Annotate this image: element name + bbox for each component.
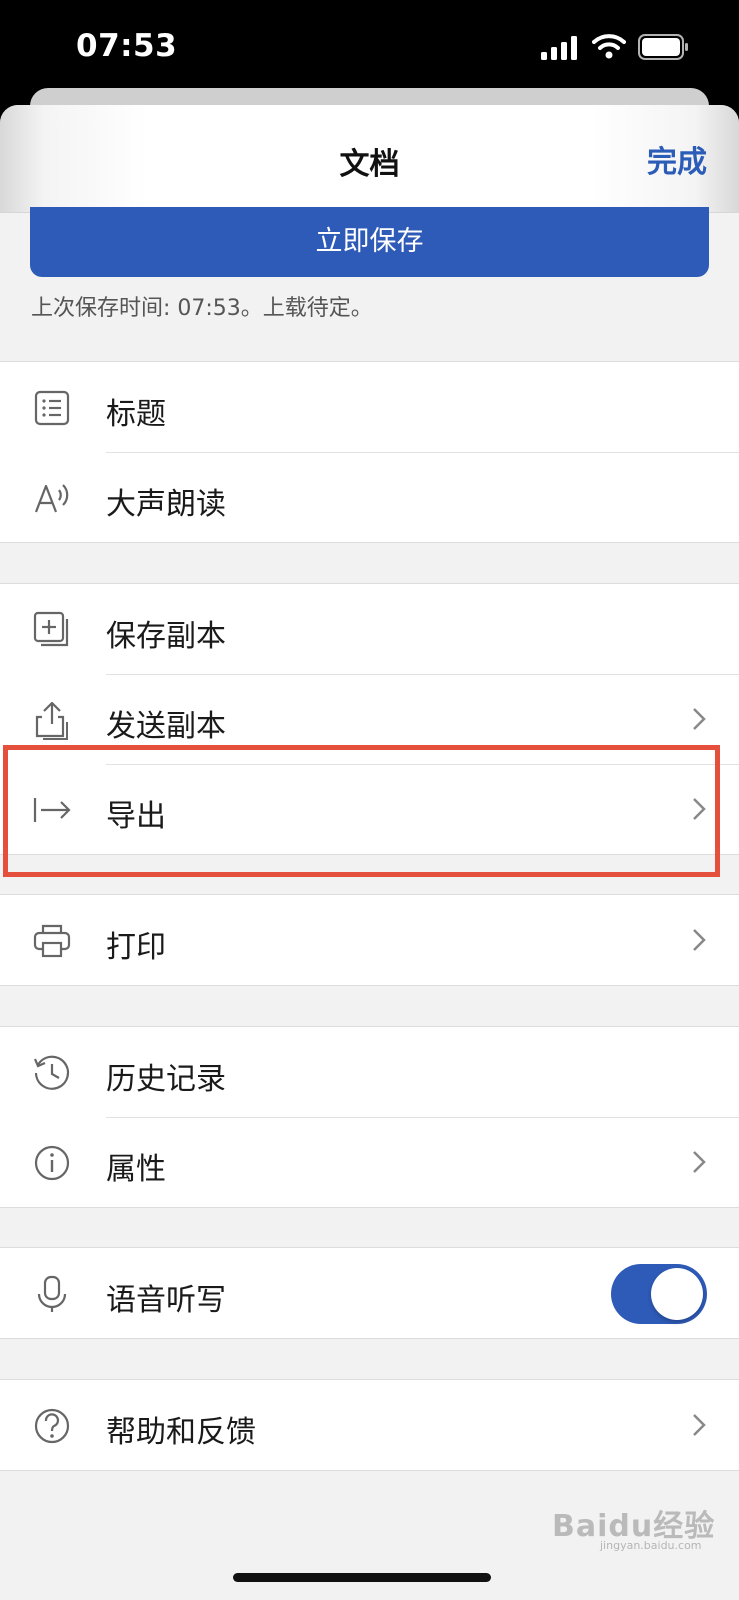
menu-item-label: 保存副本 — [106, 619, 226, 654]
info-icon — [34, 1145, 70, 1181]
watermark-url: jingyan.baidu.com — [600, 1539, 702, 1552]
menu-group-5: 语音听写 — [0, 1247, 739, 1339]
microphone-icon — [37, 1275, 67, 1312]
sheet-header: 文档 完成 — [0, 105, 739, 213]
menu-item-print[interactable]: 打印 — [0, 895, 739, 985]
chevron-right-icon — [693, 708, 706, 730]
share-icon — [35, 701, 68, 740]
help-icon — [34, 1408, 70, 1444]
done-button[interactable]: 完成 — [647, 137, 707, 181]
chevron-right-icon — [693, 798, 706, 820]
menu-item-label: 发送副本 — [106, 709, 226, 744]
home-indicator — [233, 1573, 491, 1582]
menu-item-send-copy[interactable]: 发送副本 — [0, 674, 739, 764]
sheet-title: 文档 — [339, 147, 400, 182]
menu-group-3: 打印 — [0, 894, 739, 986]
menu-item-label: 标题 — [106, 397, 166, 432]
menu-item-read-aloud[interactable]: 大声朗读 — [0, 452, 739, 542]
cellular-signal-icon — [541, 36, 577, 60]
dictation-toggle[interactable] — [611, 1264, 707, 1324]
document-sheet: 文档 完成 立即保存 上次保存时间: 07:53。上载待定。 标题 大声朗读 保… — [0, 105, 739, 1600]
save-copy-icon — [33, 611, 69, 647]
menu-item-label: 打印 — [106, 930, 166, 965]
menu-group-2: 保存副本 发送副本 导出 — [0, 583, 739, 855]
menu-group-4: 历史记录 属性 — [0, 1026, 739, 1208]
read-aloud-icon — [34, 484, 69, 513]
menu-item-help-feedback[interactable]: 帮助和反馈 — [0, 1380, 739, 1470]
menu-item-label: 导出 — [106, 799, 166, 834]
battery-icon — [638, 34, 688, 60]
status-time: 07:53 — [76, 28, 178, 64]
menu-item-label: 帮助和反馈 — [106, 1415, 256, 1450]
wifi-icon — [592, 34, 626, 59]
menu-item-dictation: 语音听写 — [0, 1248, 739, 1338]
toggle-knob — [651, 1268, 703, 1320]
save-now-button[interactable]: 立即保存 — [30, 207, 709, 277]
menu-item-label: 历史记录 — [106, 1062, 226, 1097]
history-icon — [33, 1055, 70, 1090]
menu-group-6: 帮助和反馈 — [0, 1379, 739, 1471]
menu-item-label: 语音听写 — [106, 1283, 226, 1318]
save-status-text: 上次保存时间: 07:53。上载待定。 — [31, 296, 373, 321]
menu-item-label: 属性 — [106, 1152, 166, 1187]
print-icon — [33, 924, 71, 958]
menu-item-export[interactable]: 导出 — [0, 764, 739, 854]
status-bar: 07:53 — [0, 0, 739, 100]
menu-item-label: 大声朗读 — [106, 487, 226, 522]
menu-item-save-copy[interactable]: 保存副本 — [0, 584, 739, 674]
chevron-right-icon — [693, 929, 706, 951]
chevron-right-icon — [693, 1414, 706, 1436]
menu-item-headings[interactable]: 标题 — [0, 362, 739, 452]
menu-item-history[interactable]: 历史记录 — [0, 1027, 739, 1117]
menu-item-properties[interactable]: 属性 — [0, 1117, 739, 1207]
export-icon — [33, 798, 71, 822]
chevron-right-icon — [693, 1151, 706, 1173]
list-icon — [34, 390, 70, 426]
menu-group-1: 标题 大声朗读 — [0, 361, 739, 543]
